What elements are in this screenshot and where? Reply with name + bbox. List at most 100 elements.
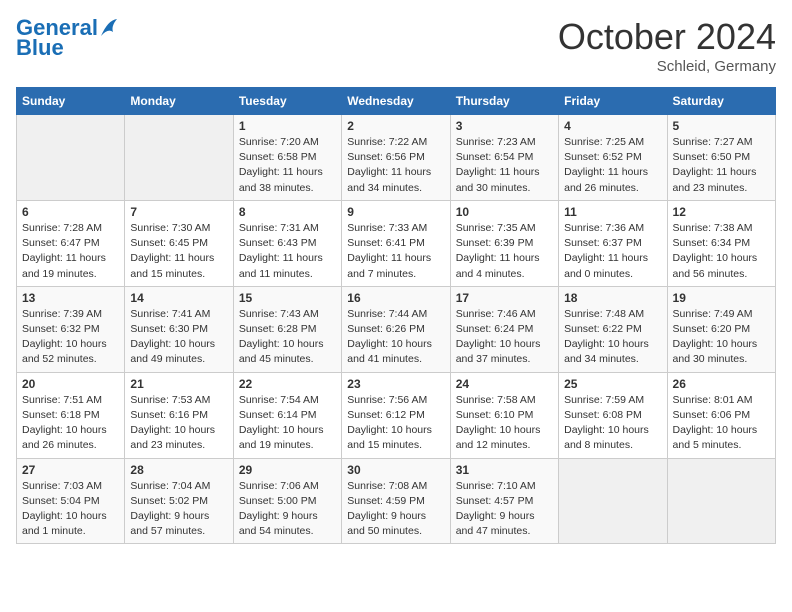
calendar-day-cell: 3 Sunrise: 7:23 AMSunset: 6:54 PMDayligh… — [450, 115, 558, 201]
day-number: 24 — [456, 377, 553, 391]
calendar-day-cell: 19 Sunrise: 7:49 AMSunset: 6:20 PMDaylig… — [667, 286, 775, 372]
calendar-day-cell — [17, 115, 125, 201]
calendar-day-cell: 10 Sunrise: 7:35 AMSunset: 6:39 PMDaylig… — [450, 200, 558, 286]
day-number: 12 — [673, 205, 770, 219]
day-info: Sunrise: 7:03 AMSunset: 5:04 PMDaylight:… — [22, 480, 107, 538]
calendar-week-row: 20 Sunrise: 7:51 AMSunset: 6:18 PMDaylig… — [17, 372, 776, 458]
day-number: 25 — [564, 377, 661, 391]
day-number: 13 — [22, 291, 119, 305]
logo: General Blue — [16, 16, 117, 60]
day-info: Sunrise: 7:28 AMSunset: 6:47 PMDaylight:… — [22, 222, 106, 280]
title-block: October 2024 Schleid, Germany — [558, 16, 776, 75]
day-info: Sunrise: 7:25 AMSunset: 6:52 PMDaylight:… — [564, 136, 648, 194]
day-number: 10 — [456, 205, 553, 219]
calendar-week-row: 27 Sunrise: 7:03 AMSunset: 5:04 PMDaylig… — [17, 458, 776, 544]
day-info: Sunrise: 7:08 AMSunset: 4:59 PMDaylight:… — [347, 480, 427, 538]
location-subtitle: Schleid, Germany — [558, 58, 776, 75]
day-info: Sunrise: 7:36 AMSunset: 6:37 PMDaylight:… — [564, 222, 648, 280]
calendar-day-cell: 20 Sunrise: 7:51 AMSunset: 6:18 PMDaylig… — [17, 372, 125, 458]
day-info: Sunrise: 7:41 AMSunset: 6:30 PMDaylight:… — [130, 308, 215, 366]
day-number: 7 — [130, 205, 227, 219]
day-number: 22 — [239, 377, 336, 391]
day-number: 21 — [130, 377, 227, 391]
calendar-table: SundayMondayTuesdayWednesdayThursdayFrid… — [16, 87, 776, 544]
day-number: 5 — [673, 119, 770, 133]
day-info: Sunrise: 7:38 AMSunset: 6:34 PMDaylight:… — [673, 222, 758, 280]
calendar-day-cell: 21 Sunrise: 7:53 AMSunset: 6:16 PMDaylig… — [125, 372, 233, 458]
day-info: Sunrise: 7:46 AMSunset: 6:24 PMDaylight:… — [456, 308, 541, 366]
calendar-day-cell: 29 Sunrise: 7:06 AMSunset: 5:00 PMDaylig… — [233, 458, 341, 544]
month-year-title: October 2024 — [558, 16, 776, 58]
day-info: Sunrise: 7:59 AMSunset: 6:08 PMDaylight:… — [564, 394, 649, 452]
calendar-day-cell: 12 Sunrise: 7:38 AMSunset: 6:34 PMDaylig… — [667, 200, 775, 286]
day-info: Sunrise: 7:54 AMSunset: 6:14 PMDaylight:… — [239, 394, 324, 452]
calendar-day-cell: 2 Sunrise: 7:22 AMSunset: 6:56 PMDayligh… — [342, 115, 450, 201]
calendar-day-cell: 13 Sunrise: 7:39 AMSunset: 6:32 PMDaylig… — [17, 286, 125, 372]
day-info: Sunrise: 7:10 AMSunset: 4:57 PMDaylight:… — [456, 480, 536, 538]
day-number: 17 — [456, 291, 553, 305]
day-info: Sunrise: 7:58 AMSunset: 6:10 PMDaylight:… — [456, 394, 541, 452]
day-number: 14 — [130, 291, 227, 305]
calendar-day-cell: 4 Sunrise: 7:25 AMSunset: 6:52 PMDayligh… — [559, 115, 667, 201]
calendar-day-cell: 22 Sunrise: 7:54 AMSunset: 6:14 PMDaylig… — [233, 372, 341, 458]
calendar-day-cell: 16 Sunrise: 7:44 AMSunset: 6:26 PMDaylig… — [342, 286, 450, 372]
calendar-body: 1 Sunrise: 7:20 AMSunset: 6:58 PMDayligh… — [17, 115, 776, 544]
calendar-day-cell: 30 Sunrise: 7:08 AMSunset: 4:59 PMDaylig… — [342, 458, 450, 544]
day-number: 31 — [456, 463, 553, 477]
day-info: Sunrise: 7:39 AMSunset: 6:32 PMDaylight:… — [22, 308, 107, 366]
day-info: Sunrise: 7:20 AMSunset: 6:58 PMDaylight:… — [239, 136, 323, 194]
day-info: Sunrise: 7:43 AMSunset: 6:28 PMDaylight:… — [239, 308, 324, 366]
day-info: Sunrise: 7:22 AMSunset: 6:56 PMDaylight:… — [347, 136, 431, 194]
calendar-day-cell: 1 Sunrise: 7:20 AMSunset: 6:58 PMDayligh… — [233, 115, 341, 201]
day-info: Sunrise: 7:04 AMSunset: 5:02 PMDaylight:… — [130, 480, 210, 538]
weekday-header-cell: Thursday — [450, 88, 558, 115]
calendar-day-cell: 14 Sunrise: 7:41 AMSunset: 6:30 PMDaylig… — [125, 286, 233, 372]
day-number: 6 — [22, 205, 119, 219]
day-number: 18 — [564, 291, 661, 305]
calendar-day-cell: 15 Sunrise: 7:43 AMSunset: 6:28 PMDaylig… — [233, 286, 341, 372]
calendar-day-cell — [667, 458, 775, 544]
calendar-day-cell: 17 Sunrise: 7:46 AMSunset: 6:24 PMDaylig… — [450, 286, 558, 372]
day-number: 11 — [564, 205, 661, 219]
day-number: 16 — [347, 291, 444, 305]
day-info: Sunrise: 7:53 AMSunset: 6:16 PMDaylight:… — [130, 394, 215, 452]
day-info: Sunrise: 7:33 AMSunset: 6:41 PMDaylight:… — [347, 222, 431, 280]
calendar-day-cell: 25 Sunrise: 7:59 AMSunset: 6:08 PMDaylig… — [559, 372, 667, 458]
day-info: Sunrise: 7:27 AMSunset: 6:50 PMDaylight:… — [673, 136, 757, 194]
calendar-week-row: 13 Sunrise: 7:39 AMSunset: 6:32 PMDaylig… — [17, 286, 776, 372]
weekday-header-cell: Monday — [125, 88, 233, 115]
day-number: 1 — [239, 119, 336, 133]
weekday-header-cell: Friday — [559, 88, 667, 115]
page-header: General Blue October 2024 Schleid, Germa… — [16, 16, 776, 75]
calendar-day-cell — [559, 458, 667, 544]
day-info: Sunrise: 7:30 AMSunset: 6:45 PMDaylight:… — [130, 222, 214, 280]
day-info: Sunrise: 7:06 AMSunset: 5:00 PMDaylight:… — [239, 480, 319, 538]
calendar-day-cell: 11 Sunrise: 7:36 AMSunset: 6:37 PMDaylig… — [559, 200, 667, 286]
day-number: 4 — [564, 119, 661, 133]
calendar-day-cell: 5 Sunrise: 7:27 AMSunset: 6:50 PMDayligh… — [667, 115, 775, 201]
day-number: 26 — [673, 377, 770, 391]
calendar-day-cell: 31 Sunrise: 7:10 AMSunset: 4:57 PMDaylig… — [450, 458, 558, 544]
calendar-day-cell: 7 Sunrise: 7:30 AMSunset: 6:45 PMDayligh… — [125, 200, 233, 286]
calendar-day-cell: 26 Sunrise: 8:01 AMSunset: 6:06 PMDaylig… — [667, 372, 775, 458]
day-info: Sunrise: 7:31 AMSunset: 6:43 PMDaylight:… — [239, 222, 323, 280]
calendar-day-cell: 24 Sunrise: 7:58 AMSunset: 6:10 PMDaylig… — [450, 372, 558, 458]
calendar-day-cell: 23 Sunrise: 7:56 AMSunset: 6:12 PMDaylig… — [342, 372, 450, 458]
day-number: 3 — [456, 119, 553, 133]
day-number: 27 — [22, 463, 119, 477]
weekday-header-cell: Saturday — [667, 88, 775, 115]
weekday-header-row: SundayMondayTuesdayWednesdayThursdayFrid… — [17, 88, 776, 115]
day-info: Sunrise: 7:48 AMSunset: 6:22 PMDaylight:… — [564, 308, 649, 366]
day-number: 29 — [239, 463, 336, 477]
day-number: 2 — [347, 119, 444, 133]
calendar-week-row: 6 Sunrise: 7:28 AMSunset: 6:47 PMDayligh… — [17, 200, 776, 286]
day-number: 9 — [347, 205, 444, 219]
day-info: Sunrise: 7:23 AMSunset: 6:54 PMDaylight:… — [456, 136, 540, 194]
calendar-day-cell: 8 Sunrise: 7:31 AMSunset: 6:43 PMDayligh… — [233, 200, 341, 286]
calendar-day-cell: 9 Sunrise: 7:33 AMSunset: 6:41 PMDayligh… — [342, 200, 450, 286]
calendar-day-cell — [125, 115, 233, 201]
day-number: 20 — [22, 377, 119, 391]
calendar-day-cell: 6 Sunrise: 7:28 AMSunset: 6:47 PMDayligh… — [17, 200, 125, 286]
weekday-header-cell: Tuesday — [233, 88, 341, 115]
calendar-day-cell: 28 Sunrise: 7:04 AMSunset: 5:02 PMDaylig… — [125, 458, 233, 544]
